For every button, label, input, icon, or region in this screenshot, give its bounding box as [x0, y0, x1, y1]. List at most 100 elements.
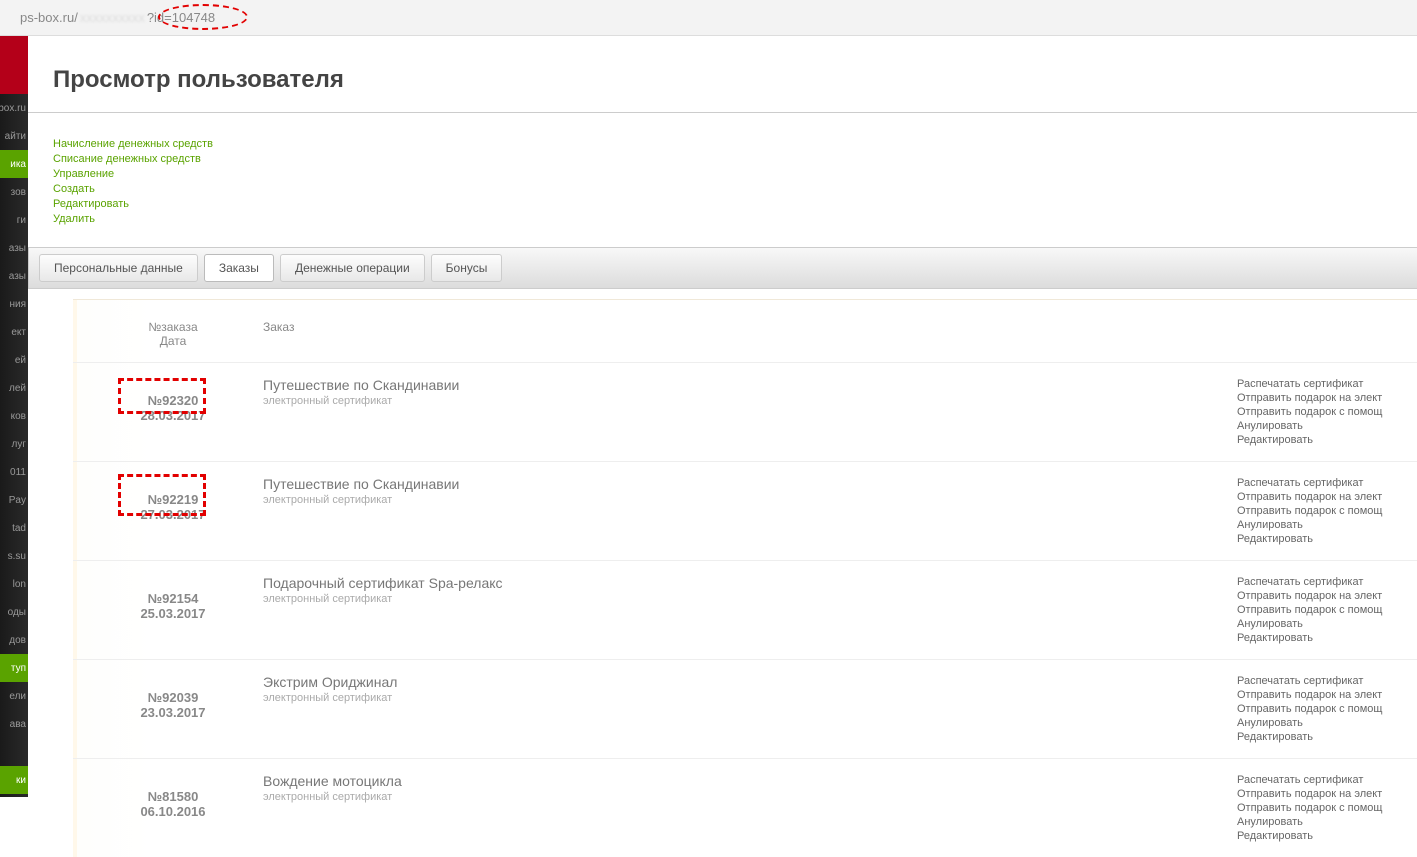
sidebar-item-14[interactable]: Pay	[0, 486, 28, 514]
cancel-link[interactable]: Анулировать	[1237, 419, 1413, 433]
header-id-label: №заказа	[148, 320, 197, 334]
col-header-id: №заказа Дата	[93, 320, 253, 348]
order-actions: Распечатать сертификатОтправить подарок …	[1237, 674, 1417, 744]
sidebar-item-0[interactable]: box.ru	[0, 94, 28, 122]
order-id-cell: №9221927.03.2017	[93, 476, 253, 546]
order-row: №9203923.03.2017 Экстрим Ориджинал электро…	[73, 659, 1417, 758]
url-domain: ps-box.ru/	[20, 10, 78, 25]
sidebar-item-6[interactable]: азы	[0, 262, 28, 290]
send-email-link[interactable]: Отправить подарок на элект	[1237, 490, 1413, 504]
action-link-0[interactable]: Начисление денежных средств	[53, 137, 1417, 152]
send-help-link[interactable]: Отправить подарок с помощ	[1237, 405, 1413, 419]
order-body: Экстрим Ориджинал электронный сертификат	[253, 674, 1237, 744]
order-actions: Распечатать сертификатОтправить подарок …	[1237, 476, 1417, 546]
header-date-label: Дата	[160, 334, 187, 348]
print-link[interactable]: Распечатать сертификат	[1237, 773, 1413, 787]
action-link-5[interactable]: Удалить	[53, 212, 1417, 227]
cancel-link[interactable]: Анулировать	[1237, 518, 1413, 532]
order-date: 25.03.2017	[93, 606, 253, 621]
order-actions: Распечатать сертификатОтправить подарок …	[1237, 575, 1417, 645]
order-number: №92320	[93, 393, 253, 408]
sidebar-item-2[interactable]: ика	[0, 150, 28, 178]
sidebar-item-18[interactable]: оды	[0, 598, 28, 626]
edit-link[interactable]: Редактировать	[1237, 829, 1413, 843]
title-divider	[28, 112, 1417, 113]
tab-2[interactable]: Денежные операции	[280, 254, 425, 282]
send-help-link[interactable]: Отправить подарок с помощ	[1237, 504, 1413, 518]
sidebar-item-23[interactable]	[0, 738, 28, 766]
sidebar-item-24[interactable]: ки	[0, 766, 28, 794]
sidebar-item-7[interactable]: ния	[0, 290, 28, 318]
sidebar-item-11[interactable]: ков	[0, 402, 28, 430]
order-row: №9215425.03.2017Подарочный сертификат Sp…	[73, 560, 1417, 659]
send-email-link[interactable]: Отправить подарок на элект	[1237, 589, 1413, 603]
edit-link[interactable]: Редактировать	[1237, 631, 1413, 645]
edit-link[interactable]: Редактировать	[1237, 433, 1413, 447]
sidebar-item-20[interactable]: туп	[0, 654, 28, 682]
main-content: Просмотр пользователя Начисление денежны…	[28, 36, 1417, 797]
order-actions: Распечатать сертификатОтправить подарок …	[1237, 377, 1417, 447]
order-date: 23.03.2017	[93, 705, 253, 720]
sidebar-item-5[interactable]: азы	[0, 234, 28, 262]
print-link[interactable]: Распечатать сертификат	[1237, 476, 1413, 490]
action-link-4[interactable]: Редактировать	[53, 197, 1417, 212]
order-row: №9232028.03.2017Путешествие по Скандинав…	[73, 362, 1417, 461]
sidebar-item-9[interactable]: ей	[0, 346, 28, 374]
sidebar-item-15[interactable]: tad	[0, 514, 28, 542]
url-blurred: xxxxxxxxxx	[80, 10, 145, 25]
tab-1[interactable]: Заказы	[204, 254, 274, 282]
order-title: Экстрим Ориджинал	[263, 674, 1237, 690]
cancel-link[interactable]: Анулировать	[1237, 617, 1413, 631]
order-id-cell: №8158006.10.2016	[93, 773, 253, 843]
send-help-link[interactable]: Отправить подарок с помощ	[1237, 702, 1413, 716]
sidebar-item-10[interactable]: лей	[0, 374, 28, 402]
send-help-link[interactable]: Отправить подарок с помощ	[1237, 603, 1413, 617]
url-bar[interactable]: ps-box.ru/ xxxxxxxxxx ?id=104748	[0, 0, 1417, 36]
tab-0[interactable]: Персональные данные	[39, 254, 198, 282]
print-link[interactable]: Распечатать сертификат	[1237, 575, 1413, 589]
send-email-link[interactable]: Отправить подарок на элект	[1237, 391, 1413, 405]
order-title: Подарочный сертификат Spa-релакс	[263, 575, 1237, 591]
order-subtitle: электронный сертификат	[263, 494, 1237, 506]
order-row: №9221927.03.2017Путешествие по Скандинав…	[73, 461, 1417, 560]
order-id-cell: №9203923.03.2017	[93, 674, 253, 744]
order-title: Вождение мотоцикла	[263, 773, 1237, 789]
sidebar-item-17[interactable]: lon	[0, 570, 28, 598]
sidebar-item-21[interactable]: ели	[0, 682, 28, 710]
col-header-actions	[1217, 320, 1417, 348]
cancel-link[interactable]: Анулировать	[1237, 815, 1413, 829]
sidebar-item-1[interactable]: айти	[0, 122, 28, 150]
edit-link[interactable]: Редактировать	[1237, 532, 1413, 546]
print-link[interactable]: Распечатать сертификат	[1237, 674, 1413, 688]
sidebar-item-12[interactable]: луг	[0, 430, 28, 458]
order-body: Вождение мотоцикла электронный сертификат	[253, 773, 1237, 843]
order-body: Путешествие по Скандинавии электронный се…	[253, 377, 1237, 447]
order-date: 27.03.2017	[93, 507, 253, 522]
col-header-order: Заказ	[253, 320, 1217, 348]
tabs-bar: Персональные данныеЗаказыДенежные операц…	[28, 247, 1417, 289]
sidebar-item-4[interactable]: ги	[0, 206, 28, 234]
sidebar-item-16[interactable]: s.su	[0, 542, 28, 570]
sidebar-item-13[interactable]: 011	[0, 458, 28, 486]
order-subtitle: электронный сертификат	[263, 395, 1237, 407]
edit-link[interactable]: Редактировать	[1237, 730, 1413, 744]
order-subtitle: электронный сертификат	[263, 791, 1237, 803]
sidebar-item-19[interactable]: дов	[0, 626, 28, 654]
sidebar-item-8[interactable]: ект	[0, 318, 28, 346]
send-email-link[interactable]: Отправить подарок на элект	[1237, 688, 1413, 702]
send-email-link[interactable]: Отправить подарок на элект	[1237, 787, 1413, 801]
action-link-2[interactable]: Управление	[53, 167, 1417, 182]
order-title: Путешествие по Скандинавии	[263, 377, 1237, 393]
orders-header: №заказа Дата Заказ	[73, 320, 1417, 362]
cancel-link[interactable]: Анулировать	[1237, 716, 1413, 730]
order-subtitle: электронный сертификат	[263, 692, 1237, 704]
sidebar-item-22[interactable]: ава	[0, 710, 28, 738]
action-link-1[interactable]: Списание денежных средств	[53, 152, 1417, 167]
action-link-3[interactable]: Создать	[53, 182, 1417, 197]
tab-3[interactable]: Бонусы	[431, 254, 503, 282]
send-help-link[interactable]: Отправить подарок с помощ	[1237, 801, 1413, 815]
order-row: №8158006.10.2016 Вождение мотоцикла электр…	[73, 758, 1417, 857]
sidebar-logo[interactable]	[0, 36, 28, 94]
sidebar-item-3[interactable]: зов	[0, 178, 28, 206]
print-link[interactable]: Распечатать сертификат	[1237, 377, 1413, 391]
